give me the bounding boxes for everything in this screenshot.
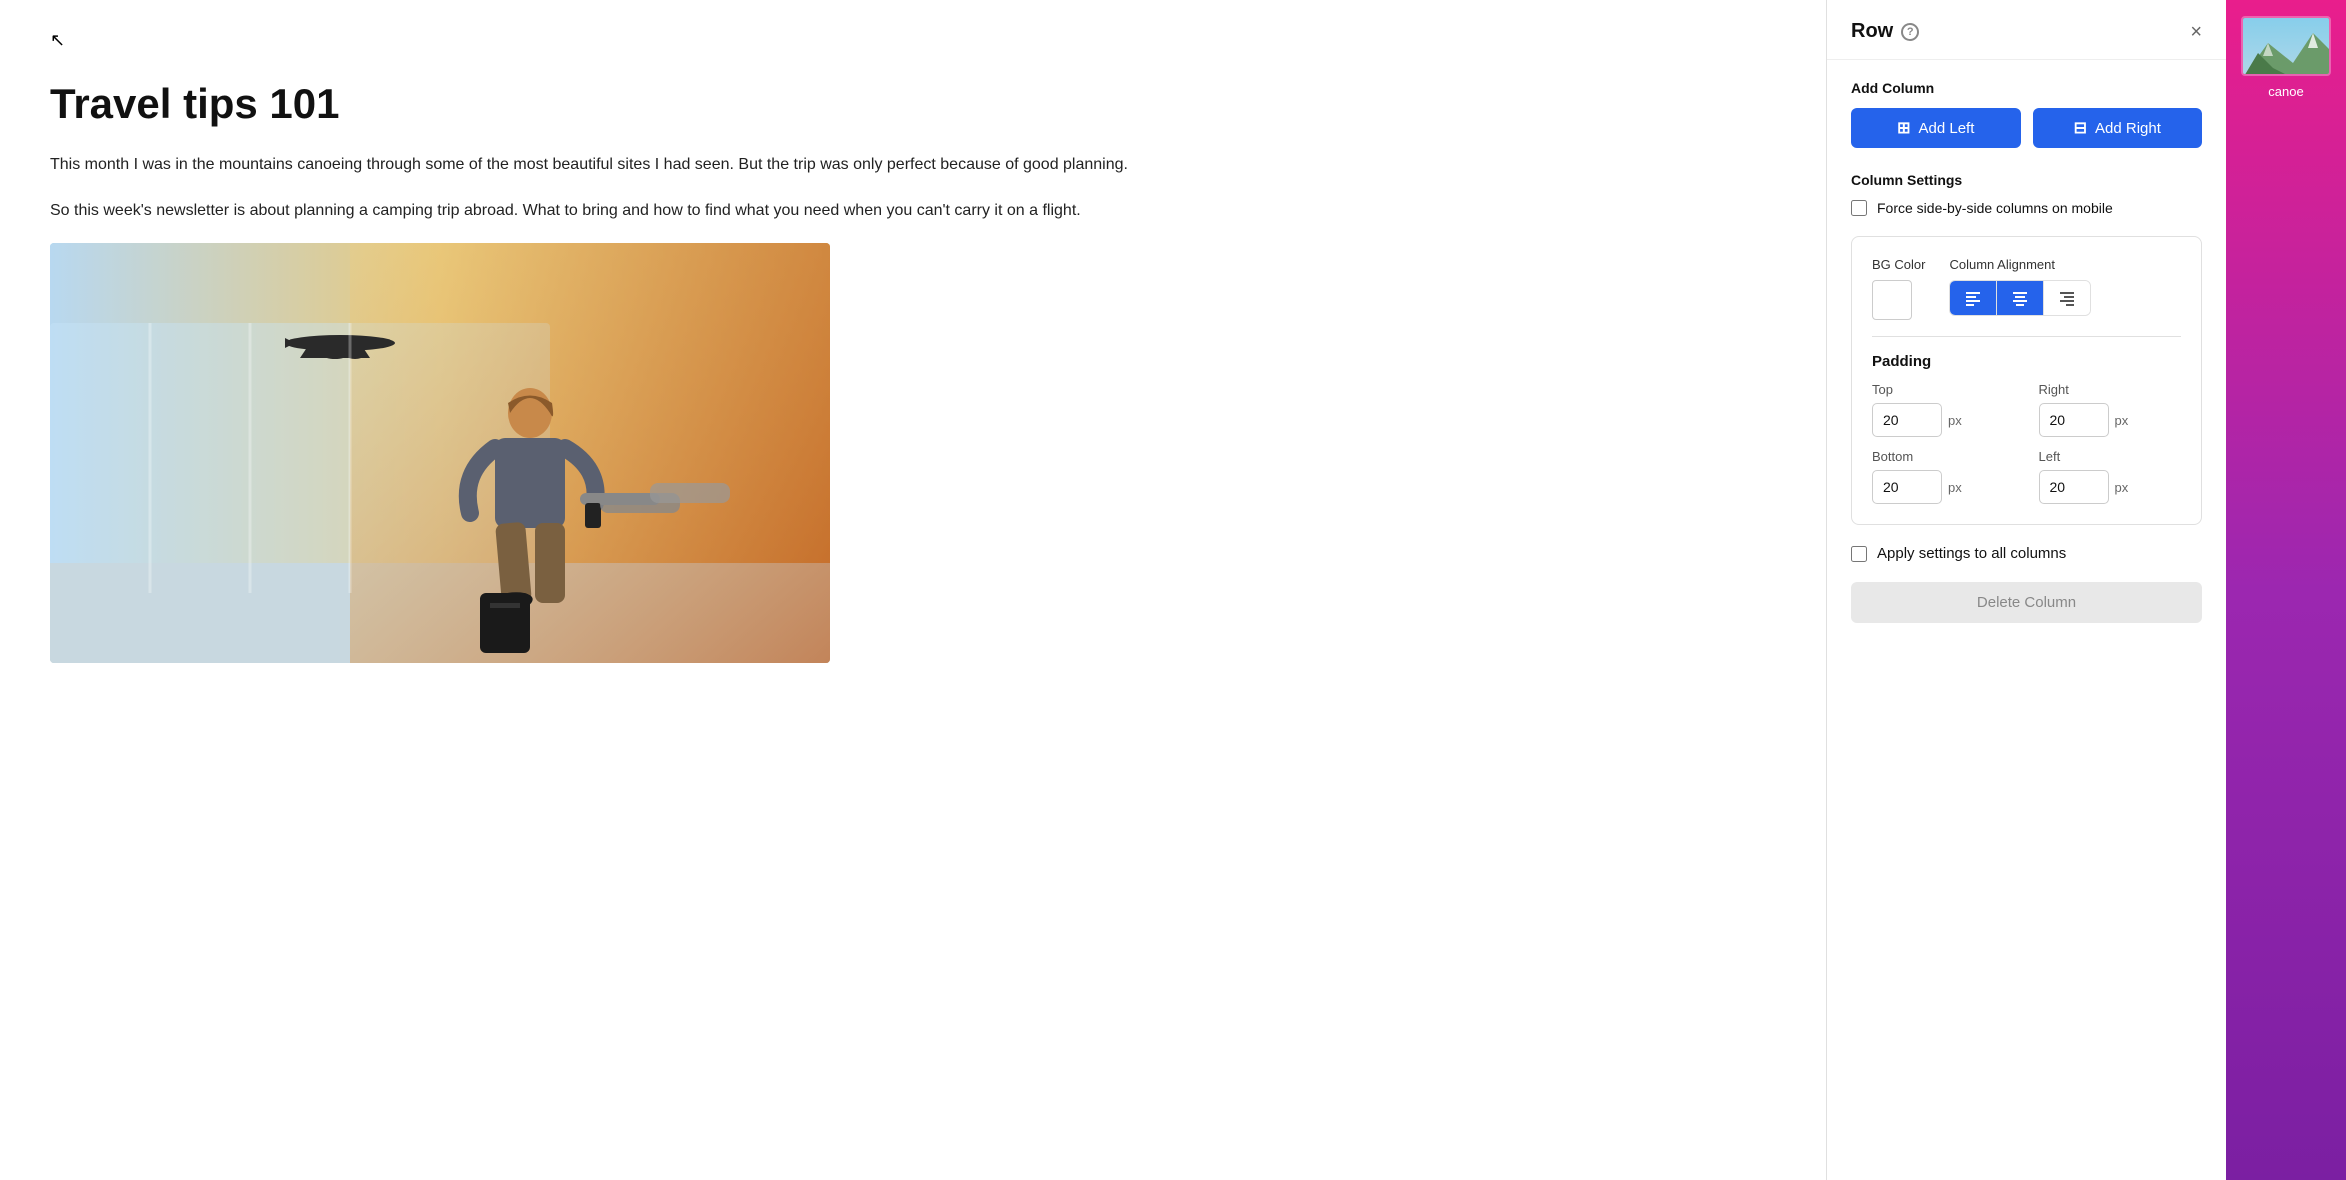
- apply-settings-checkbox[interactable]: [1851, 546, 1867, 562]
- settings-row: BG Color Column Alignment: [1872, 257, 2181, 320]
- bg-color-swatch[interactable]: [1872, 280, 1912, 320]
- padding-top-input-row: px: [1872, 403, 2015, 437]
- panel-title-text: Row: [1851, 20, 1893, 43]
- padding-bottom-field: Bottom px: [1872, 449, 2015, 504]
- panel-title: Row ?: [1851, 20, 1919, 43]
- force-mobile-checkbox[interactable]: [1851, 200, 1867, 216]
- padding-title: Padding: [1872, 353, 2181, 370]
- padding-top-px: px: [1948, 413, 1962, 428]
- add-right-icon: ⊟: [2074, 118, 2087, 138]
- padding-right-label: Right: [2039, 382, 2182, 397]
- bg-color-section: BG Color: [1872, 257, 1925, 320]
- padding-section: Padding Top px Right: [1872, 353, 2181, 504]
- padding-left-input[interactable]: [2039, 470, 2109, 504]
- padding-left-label: Left: [2039, 449, 2182, 464]
- sidebar-thumbnail-label: canoe: [2268, 84, 2303, 99]
- alignment-buttons: [1949, 280, 2091, 316]
- delete-column-button[interactable]: Delete Column: [1851, 582, 2202, 623]
- thumbnail-image: [2243, 18, 2329, 74]
- force-mobile-label[interactable]: Force side-by-side columns on mobile: [1877, 200, 2113, 216]
- article-image: [50, 243, 830, 663]
- add-column-title: Add Column: [1851, 80, 2202, 96]
- padding-top-label: Top: [1872, 382, 2015, 397]
- add-left-label: Add Left: [1919, 120, 1975, 137]
- align-center-button[interactable]: [1997, 281, 2044, 315]
- padding-top-input[interactable]: [1872, 403, 1942, 437]
- cursor: ↖: [50, 30, 65, 51]
- close-button[interactable]: ×: [2190, 22, 2202, 42]
- panel-header: Row ? ×: [1827, 0, 2226, 60]
- article-paragraph-2: So this week's newsletter is about plann…: [50, 198, 1776, 224]
- article-body: This month I was in the mountains canoei…: [50, 152, 1776, 223]
- padding-right-px: px: [2115, 413, 2129, 428]
- row-settings-panel: Row ? × Add Column ⊞ Add Left ⊟ Add Righ…: [1826, 0, 2226, 1180]
- padding-left-px: px: [2115, 480, 2129, 495]
- add-left-button[interactable]: ⊞ Add Left: [1851, 108, 2021, 148]
- bg-color-label: BG Color: [1872, 257, 1925, 272]
- panel-body: Add Column ⊞ Add Left ⊟ Add Right Column…: [1827, 60, 2226, 1180]
- column-settings-section: Column Settings Force side-by-side colum…: [1851, 172, 2202, 643]
- settings-box: BG Color Column Alignment: [1851, 236, 2202, 525]
- add-right-button[interactable]: ⊟ Add Right: [2033, 108, 2203, 148]
- align-left-button[interactable]: [1950, 281, 1997, 315]
- add-left-icon: ⊞: [1897, 118, 1910, 138]
- padding-top-field: Top px: [1872, 382, 2015, 437]
- force-mobile-row: Force side-by-side columns on mobile: [1851, 200, 2202, 216]
- padding-grid: Top px Right px: [1872, 382, 2181, 504]
- add-right-label: Add Right: [2095, 120, 2161, 137]
- padding-right-input[interactable]: [2039, 403, 2109, 437]
- column-alignment-label: Column Alignment: [1949, 257, 2091, 272]
- padding-right-field: Right px: [2039, 382, 2182, 437]
- apply-settings-row: Apply settings to all columns: [1851, 545, 2202, 562]
- alignment-section: Column Alignment: [1949, 257, 2091, 316]
- padding-bottom-label: Bottom: [1872, 449, 2015, 464]
- align-right-button[interactable]: [2044, 281, 2090, 315]
- help-icon[interactable]: ?: [1901, 23, 1919, 41]
- padding-left-input-row: px: [2039, 470, 2182, 504]
- article-title: Travel tips 101: [50, 80, 1776, 128]
- padding-bottom-px: px: [1948, 480, 1962, 495]
- far-right-sidebar: canoe: [2226, 0, 2346, 1180]
- divider: [1872, 336, 2181, 337]
- add-column-buttons: ⊞ Add Left ⊟ Add Right: [1851, 108, 2202, 148]
- main-content: ↖ Travel tips 101 This month I was in th…: [0, 0, 1826, 1180]
- article-paragraph-1: This month I was in the mountains canoei…: [50, 152, 1776, 178]
- apply-settings-label[interactable]: Apply settings to all columns: [1877, 545, 2066, 562]
- padding-left-field: Left px: [2039, 449, 2182, 504]
- column-settings-title: Column Settings: [1851, 172, 2202, 188]
- article-image-svg: [50, 243, 830, 663]
- padding-right-input-row: px: [2039, 403, 2182, 437]
- padding-bottom-input[interactable]: [1872, 470, 1942, 504]
- padding-bottom-input-row: px: [1872, 470, 2015, 504]
- sidebar-thumbnail[interactable]: [2241, 16, 2331, 76]
